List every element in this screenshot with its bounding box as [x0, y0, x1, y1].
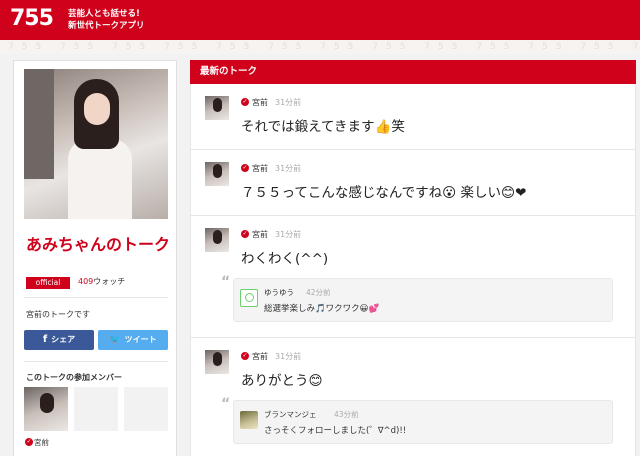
reply-author[interactable]: ブランマンジェ: [264, 409, 317, 420]
talk-post: ✓ 宮前 31分前 ありがとう😊 “ ブランマンジェ 43分前 さっそくフォロー…: [190, 338, 636, 456]
talk-sidebar: あみちゃんのトーク official 409ウォッチ 宮前のトークです f シェア…: [13, 60, 177, 456]
talk-post: ✓ 宮前 31分前 わくわく(^^) “ ゆうゆう 42分前 総選挙楽しみ🎵ワク…: [190, 216, 636, 338]
twitter-icon: 🐦: [109, 335, 121, 345]
tweet-label: ツイート: [124, 335, 157, 344]
verified-check-icon: ✓: [241, 230, 249, 238]
reply-author[interactable]: ゆうゆう: [264, 287, 294, 298]
reply-avatar[interactable]: [240, 289, 258, 307]
divider: [24, 361, 168, 362]
tagline: 芸能人とも話せる! 新世代トークアプリ: [68, 8, 145, 32]
facebook-icon: f: [42, 334, 48, 345]
tagline-line1: 芸能人とも話せる!: [68, 9, 140, 19]
talk-description: 宮前のトークです: [26, 310, 90, 319]
post-author[interactable]: 宮前: [252, 97, 268, 108]
tagline-line2: 新世代トークアプリ: [68, 21, 145, 31]
talk-title: あみちゃんのトーク: [26, 235, 171, 254]
post-author[interactable]: 宮前: [252, 351, 268, 362]
reply-time: 43分前: [334, 410, 359, 419]
top-header: 755 芸能人とも話せる! 新世代トークアプリ: [0, 0, 640, 40]
member-slot-empty: [74, 387, 118, 431]
reply-text: さっそくフォローしました(゜∇^d)!!: [264, 426, 407, 436]
reply-text: 総選挙楽しみ🎵ワクワク😀💕: [264, 304, 380, 314]
quote-icon: “: [221, 274, 231, 290]
verified-check-icon: ✓: [241, 164, 249, 172]
share-button[interactable]: f シェア: [24, 330, 94, 350]
member-slot-empty: [124, 387, 168, 431]
talk-post: ✓ 宮前 31分前 ７５５ってこんな感じなんですね😮 楽しい😊❤: [190, 150, 636, 216]
post-time: 31分前: [275, 164, 302, 173]
post-time: 31分前: [275, 98, 302, 107]
avatar[interactable]: [205, 162, 229, 186]
reply-card[interactable]: ゆうゆう 42分前 総選挙楽しみ🎵ワクワク😀💕: [233, 278, 613, 322]
header-pattern: 755 755 755 755 755 755 755 755 755 755 …: [0, 40, 640, 54]
watch-count: 409ウォッチ: [78, 276, 125, 287]
post-time: 31分前: [275, 352, 302, 361]
divider: [24, 297, 168, 298]
post-message: それでは鍛えてきます👍笑: [241, 119, 405, 135]
avatar[interactable]: [205, 350, 229, 374]
watch-count-number: 409: [78, 277, 94, 286]
post-time: 31分前: [275, 230, 302, 239]
feed-title: 最新のトーク: [190, 60, 636, 84]
avatar[interactable]: [205, 228, 229, 252]
official-badge: official: [26, 277, 70, 289]
verified-check-icon: ✓: [241, 98, 249, 106]
reply-time: 42分前: [306, 288, 331, 297]
logo[interactable]: 755: [10, 6, 54, 31]
avatar[interactable]: [205, 96, 229, 120]
tweet-button[interactable]: 🐦 ツイート: [98, 330, 168, 350]
verified-check-icon: ✓: [241, 352, 249, 360]
member-avatar[interactable]: [24, 387, 68, 431]
post-message: ありがとう😊: [241, 373, 323, 389]
member-name[interactable]: 宮前: [34, 437, 49, 448]
quote-icon: “: [221, 396, 231, 412]
members-title: このトークの参加メンバー: [26, 373, 122, 382]
reply-avatar[interactable]: [240, 411, 258, 429]
reply-card[interactable]: ブランマンジェ 43分前 さっそくフォローしました(゜∇^d)!!: [233, 400, 613, 444]
talk-post: ✓ 宮前 31分前 それでは鍛えてきます👍笑: [190, 84, 636, 150]
verified-check-icon: ✓: [25, 438, 33, 446]
post-author[interactable]: 宮前: [252, 229, 268, 240]
watch-count-label: ウォッチ: [93, 277, 126, 286]
post-message: ７５５ってこんな感じなんですね😮 楽しい😊❤: [241, 185, 527, 201]
talk-feed: 最新のトーク ✓ 宮前 31分前 それでは鍛えてきます👍笑 ✓ 宮前 31分前 …: [190, 60, 636, 456]
profile-photo[interactable]: [24, 69, 168, 219]
post-author[interactable]: 宮前: [252, 163, 268, 174]
post-message: わくわく(^^): [241, 251, 329, 267]
share-label: シェア: [51, 335, 76, 344]
